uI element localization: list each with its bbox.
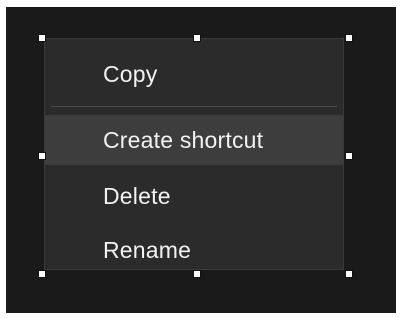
menu-item-create-shortcut[interactable]: Create shortcut <box>45 115 343 165</box>
resize-handle-middle-left[interactable] <box>38 152 46 160</box>
menu-item-label: Rename <box>103 236 192 263</box>
menu-separator <box>51 106 337 107</box>
menu-item-copy[interactable]: Copy <box>45 49 343 99</box>
menu-item-label: Create shortcut <box>103 126 264 153</box>
menu-item-delete[interactable]: Delete <box>45 171 343 221</box>
resize-handle-bottom-center[interactable] <box>193 270 201 278</box>
menu-item-rename[interactable]: Rename <box>45 225 343 275</box>
menu-item-label: Copy <box>103 60 158 87</box>
menu-item-label: Delete <box>103 182 171 209</box>
context-menu: Copy Create shortcut Delete Rename <box>44 38 344 270</box>
resize-handle-middle-right[interactable] <box>345 152 353 160</box>
resize-handle-top-center[interactable] <box>193 34 201 42</box>
resize-handle-top-left[interactable] <box>38 34 46 42</box>
resize-handle-bottom-right[interactable] <box>345 270 353 278</box>
resize-handle-bottom-left[interactable] <box>38 270 46 278</box>
resize-handle-top-right[interactable] <box>345 34 353 42</box>
